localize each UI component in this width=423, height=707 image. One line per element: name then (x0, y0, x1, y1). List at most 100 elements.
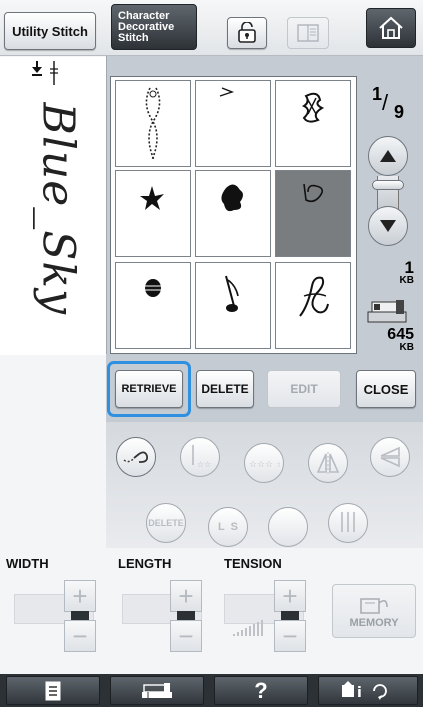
memory-label: MEMORY (349, 617, 399, 629)
sewing-machine-small-icon (142, 682, 172, 698)
pattern-cell-5[interactable] (195, 170, 271, 257)
settings-info-icon: i (342, 680, 387, 701)
circle-delete-label: DELETE (148, 518, 184, 528)
ls-button[interactable]: L S (208, 507, 248, 547)
pattern-size-value: 1 (404, 258, 414, 277)
edit-label: EDIT (290, 382, 318, 396)
tension-label: TENSION (224, 556, 282, 571)
character-label-line3: Stitch (118, 31, 149, 44)
width-minus-label: − (72, 621, 88, 651)
vertical-chain-pattern-icon (145, 87, 161, 160)
width-plus-label: + (72, 581, 88, 611)
handwriting-preview: Blue_Sky (32, 102, 84, 315)
length-plus-button[interactable]: + (170, 580, 202, 612)
pattern-cell-9[interactable] (275, 262, 351, 349)
delete-label: DELETE (201, 382, 249, 396)
pattern-size-indicator: 1 KB (380, 258, 414, 300)
tension-minus-label: − (282, 621, 298, 651)
tension-minus-button[interactable]: − (274, 620, 306, 652)
retrieve-button[interactable]: RETRIEVE (115, 370, 183, 408)
svg-text:☆☆☆ ☆: ☆☆☆ ☆ (249, 460, 280, 470)
swirl-letter-icon (299, 276, 329, 317)
scroll-down-button[interactable] (368, 206, 408, 246)
stars-icon: ☆☆☆ ☆ (249, 460, 280, 470)
scroll-thumb[interactable] (372, 180, 404, 190)
tension-plus-label: + (282, 581, 298, 611)
width-minus-button[interactable]: − (64, 620, 96, 652)
triangle-up-icon (380, 150, 396, 162)
mirror-horizontal-button[interactable] (370, 437, 410, 477)
document-list-icon (45, 681, 61, 700)
svg-text:☆☆: ☆☆ (197, 460, 211, 469)
book-icon (297, 24, 319, 42)
width-label: WIDTH (6, 556, 49, 571)
thread-cutter-button[interactable] (116, 437, 156, 477)
page-current: 1 (372, 84, 383, 104)
circle-delete-button[interactable]: DELETE (146, 503, 186, 543)
round-dots-icon (145, 278, 161, 297)
length-minus-label: − (178, 621, 194, 651)
tension-level-icon (233, 620, 263, 636)
pattern-cell-1[interactable] (115, 80, 191, 167)
memory-button[interactable]: MEMORY (332, 584, 416, 638)
free-memory-unit: KB (399, 342, 414, 353)
svg-text:i: i (357, 685, 362, 701)
star-flower-icon (140, 185, 164, 210)
stitch-preview-panel: Blue_Sky (0, 57, 106, 355)
length-label: LENGTH (118, 556, 172, 571)
lock-button[interactable] (227, 17, 267, 49)
mirror-vertical-button[interactable] (308, 443, 348, 483)
stitch-density-button[interactable]: ☆☆ (180, 437, 220, 477)
pattern-cell-3[interactable] (275, 80, 351, 167)
help-label: ? (254, 677, 268, 703)
pattern-size-unit: KB (399, 275, 414, 286)
lock-icon (238, 22, 256, 43)
utility-stitch-button[interactable]: Utility Stitch (4, 12, 96, 50)
twin-needle-icon (341, 512, 355, 532)
scroll-up-button[interactable] (368, 136, 408, 176)
machine-setting-button[interactable] (110, 676, 204, 705)
retrieve-label: RETRIEVE (121, 383, 177, 395)
character-label-line1: Character (118, 9, 170, 22)
home-icon (379, 16, 403, 39)
width-plus-button[interactable]: + (64, 580, 96, 612)
mirror-vertical-icon (316, 452, 340, 474)
delete-button[interactable]: DELETE (196, 370, 254, 408)
script-letter-icon (303, 183, 324, 202)
settings-info-button[interactable]: i (318, 676, 418, 705)
sewing-machine-icon (367, 300, 407, 323)
page-indicator: 1 / 9 (370, 84, 410, 124)
pattern-cell-6[interactable] (275, 170, 351, 257)
needle-position-icon (32, 61, 58, 85)
pattern-cell-4[interactable] (115, 170, 191, 257)
utility-stitch-label: Utility Stitch (12, 23, 88, 39)
length-plus-label: + (178, 581, 194, 611)
close-button[interactable]: CLOSE (356, 370, 416, 408)
sewing-machine-screen: Utility Stitch Character Decorative Stit… (0, 0, 423, 707)
tension-plus-button[interactable]: + (274, 580, 306, 612)
character-label-line2: Decorative (118, 20, 175, 33)
blank-option-button[interactable] (268, 507, 308, 547)
pattern-cell-8[interactable] (195, 262, 271, 349)
arrow-motif-icon (219, 86, 235, 97)
mirror-horizontal-icon (380, 446, 400, 468)
pattern-cell-2[interactable] (195, 80, 271, 167)
help-button[interactable]: ? (214, 676, 308, 705)
pattern-cell-7[interactable] (115, 262, 191, 349)
home-button[interactable] (366, 8, 416, 48)
stitch-list-button[interactable] (6, 676, 100, 705)
page-total: 9 (394, 102, 405, 122)
page-slash: / (382, 90, 389, 115)
stars-button[interactable]: ☆☆☆ ☆ (244, 443, 284, 483)
length-minus-button[interactable]: − (170, 620, 202, 652)
twin-needle-button[interactable] (328, 503, 368, 543)
manual-button[interactable] (287, 17, 329, 49)
character-decorative-stitch-button[interactable]: Character Decorative Stitch (111, 4, 197, 50)
ls-label: L S (218, 521, 238, 533)
edit-button[interactable]: EDIT (267, 370, 341, 408)
free-memory-value: 645 (387, 326, 414, 343)
thread-loop-icon (123, 451, 149, 463)
needle-stars-icon: ☆☆ (192, 445, 211, 469)
triangle-down-icon (380, 220, 396, 232)
music-note-icon (225, 275, 239, 312)
